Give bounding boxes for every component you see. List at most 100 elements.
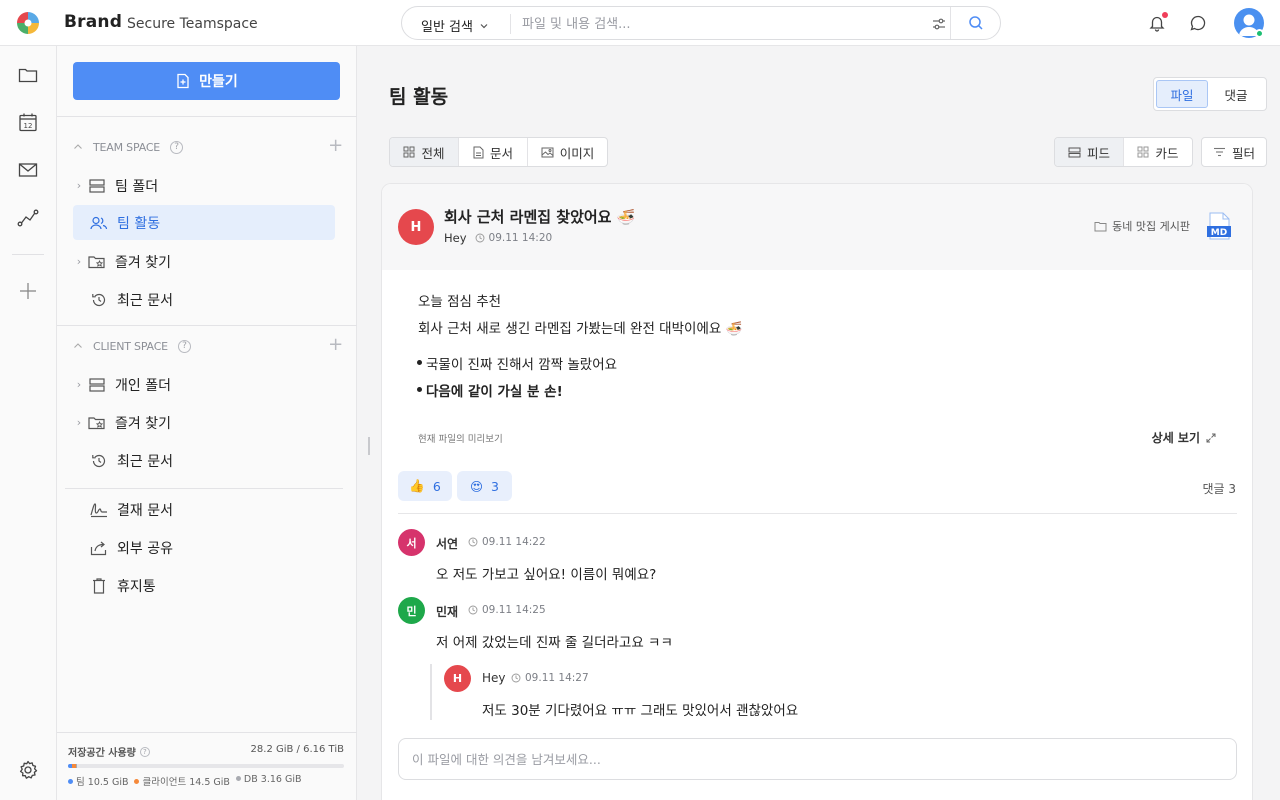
sidebar-resize-handle[interactable] xyxy=(368,437,370,455)
mail-icon[interactable] xyxy=(17,159,39,181)
comment-input[interactable] xyxy=(398,738,1237,780)
sidebar-item-label: 팀 폴더 xyxy=(115,178,159,195)
sidebar-item-personal-folder[interactable]: › 개인 폴더 xyxy=(73,367,335,402)
tab-feed-label: 피드 xyxy=(1086,145,1110,161)
reaction-heart-eyes[interactable]: 😍 3 xyxy=(457,471,512,501)
post-author-avatar[interactable]: H xyxy=(398,209,434,245)
sidebar-item-team-activity[interactable]: 팀 활동 xyxy=(73,205,335,240)
comment-avatar[interactable]: 민 xyxy=(398,597,425,624)
sidebar-item-client-favorites[interactable]: › 즐겨 찾기 xyxy=(73,405,335,440)
comments-divider xyxy=(398,513,1237,514)
reply-author: Hey xyxy=(482,671,506,685)
tab-files[interactable]: 파일 xyxy=(1156,80,1208,108)
add-client-space-icon[interactable]: + xyxy=(328,336,343,354)
star-folder-icon xyxy=(87,252,107,272)
search-scope-dropdown[interactable]: 일반 검색 xyxy=(421,16,489,35)
tab-card[interactable]: 카드 xyxy=(1124,138,1192,166)
help-icon[interactable]: ? xyxy=(139,746,150,757)
reply-text: 저도 30분 기다렸어요 ㅠㅠ 그래도 맛있어서 괜찮았어요 xyxy=(482,703,799,719)
sidebar-item-team-folder[interactable]: › 팀 폴더 xyxy=(73,168,335,203)
filter-sliders-icon[interactable] xyxy=(931,16,947,32)
comment-avatar[interactable]: 서 xyxy=(398,529,425,556)
tab-documents[interactable]: 문서 xyxy=(459,138,528,166)
search-input[interactable] xyxy=(522,13,922,35)
chevron-right-icon: › xyxy=(76,255,82,268)
create-button[interactable]: 만들기 xyxy=(73,62,340,100)
plus-icon[interactable] xyxy=(17,280,39,302)
reply-time-text: 09.11 14:27 xyxy=(525,672,589,684)
server-icon xyxy=(87,176,107,196)
logo-icon[interactable] xyxy=(16,11,40,35)
route-icon[interactable] xyxy=(17,207,39,229)
post-folder-name: 동네 맛집 게시판 xyxy=(1112,220,1190,233)
tab-feed[interactable]: 피드 xyxy=(1055,138,1124,166)
view-details-link[interactable]: 상세 보기 xyxy=(1152,429,1216,446)
sidebar-item-label: 결재 문서 xyxy=(117,502,173,519)
chevron-right-icon: › xyxy=(76,179,82,192)
add-team-space-icon[interactable]: + xyxy=(328,137,343,155)
search-button[interactable] xyxy=(950,7,1000,39)
sidebar-item-label: 즐겨 찾기 xyxy=(115,415,171,432)
sidebar-item-favorites[interactable]: › 즐겨 찾기 xyxy=(73,244,335,279)
chevron-right-icon: › xyxy=(76,378,82,391)
expand-icon xyxy=(1206,433,1216,442)
tab-card-label: 카드 xyxy=(1155,145,1179,161)
post-meta: Hey 09.11 14:20 xyxy=(444,231,552,245)
settings-icon[interactable] xyxy=(17,759,39,781)
comment-count[interactable]: 댓글 3 xyxy=(1202,480,1236,497)
star-folder-icon xyxy=(87,413,107,433)
view-toggle: 파일 댓글 xyxy=(1153,77,1267,111)
sidebar-item-external-share[interactable]: 외부 공유 xyxy=(73,530,335,565)
chat-button[interactable] xyxy=(1187,12,1209,34)
calendar-day: 12 xyxy=(24,122,33,130)
comment-time-text: 09.11 14:25 xyxy=(482,604,546,616)
sidebar-item-approval[interactable]: 결재 문서 xyxy=(73,492,335,527)
tab-images[interactable]: 이미지 xyxy=(528,138,607,166)
rail-divider xyxy=(12,254,44,255)
sidebar-divider xyxy=(57,325,357,326)
sidebar-divider xyxy=(57,116,357,117)
server-icon xyxy=(87,375,107,395)
tab-comments[interactable]: 댓글 xyxy=(1208,80,1264,108)
share-icon xyxy=(89,538,109,558)
folder-icon xyxy=(1094,221,1107,231)
chevron-up-icon xyxy=(73,142,93,152)
sidebar-item-recent[interactable]: 최근 문서 xyxy=(73,282,335,317)
sidebar-item-label: 최근 문서 xyxy=(117,453,173,470)
chevron-up-icon xyxy=(73,341,93,351)
team-space-header[interactable]: TEAM SPACE ? + xyxy=(73,137,343,157)
users-icon xyxy=(89,213,109,233)
storage-legend-team: 팀 10.5 GiB xyxy=(68,774,128,788)
help-icon[interactable]: ? xyxy=(177,339,191,353)
post-folder-link[interactable]: 동네 맛집 게시판 xyxy=(1094,218,1190,234)
tab-images-label: 이미지 xyxy=(559,145,595,161)
post-time: 09.11 14:20 xyxy=(475,232,552,244)
post-bullet: 다음에 같이 가실 분 손! xyxy=(417,380,563,400)
thumbs-up-emoji: 👍 xyxy=(409,478,425,493)
reaction-thumbs-up[interactable]: 👍 6 xyxy=(398,471,452,501)
tab-documents-label: 문서 xyxy=(489,145,513,161)
page-title: 팀 활동 xyxy=(389,86,449,108)
brand-subtitle: Secure Teamspace xyxy=(127,16,258,32)
client-space-header[interactable]: CLIENT SPACE ? + xyxy=(73,336,343,356)
notification-button[interactable] xyxy=(1146,12,1168,34)
sidebar-item-label: 외부 공유 xyxy=(117,540,173,557)
tab-all[interactable]: 전체 xyxy=(390,138,459,166)
calendar-icon[interactable]: 12 xyxy=(17,111,39,133)
comment-text: 저 어제 갔었는데 진짜 줄 길더라고요 ㅋㅋ xyxy=(436,635,673,651)
reply-avatar[interactable]: H xyxy=(444,665,471,692)
post-title[interactable]: 회사 근처 라멘집 찾았어요 🍜 xyxy=(444,206,635,227)
sidebar-item-label: 팀 활동 xyxy=(117,215,161,232)
sidebar-item-trash[interactable]: 휴지통 xyxy=(73,568,335,603)
chevron-right-icon: › xyxy=(76,416,82,429)
search-bar: 일반 검색 xyxy=(401,6,1001,40)
reaction-count: 6 xyxy=(432,478,441,494)
folder-icon[interactable] xyxy=(17,64,39,86)
comment-time-text: 09.11 14:22 xyxy=(482,536,546,548)
filter-button[interactable]: 필터 xyxy=(1201,137,1267,167)
sidebar-item-client-recent[interactable]: 최근 문서 xyxy=(73,443,335,478)
reply-thread-line xyxy=(430,664,432,720)
markdown-file-icon[interactable]: MD xyxy=(1206,212,1232,240)
help-icon[interactable]: ? xyxy=(170,140,184,154)
sidebar: 만들기 TEAM SPACE ? + › 팀 폴더 팀 활동 › 즐겨 찾기 최… xyxy=(57,46,357,800)
